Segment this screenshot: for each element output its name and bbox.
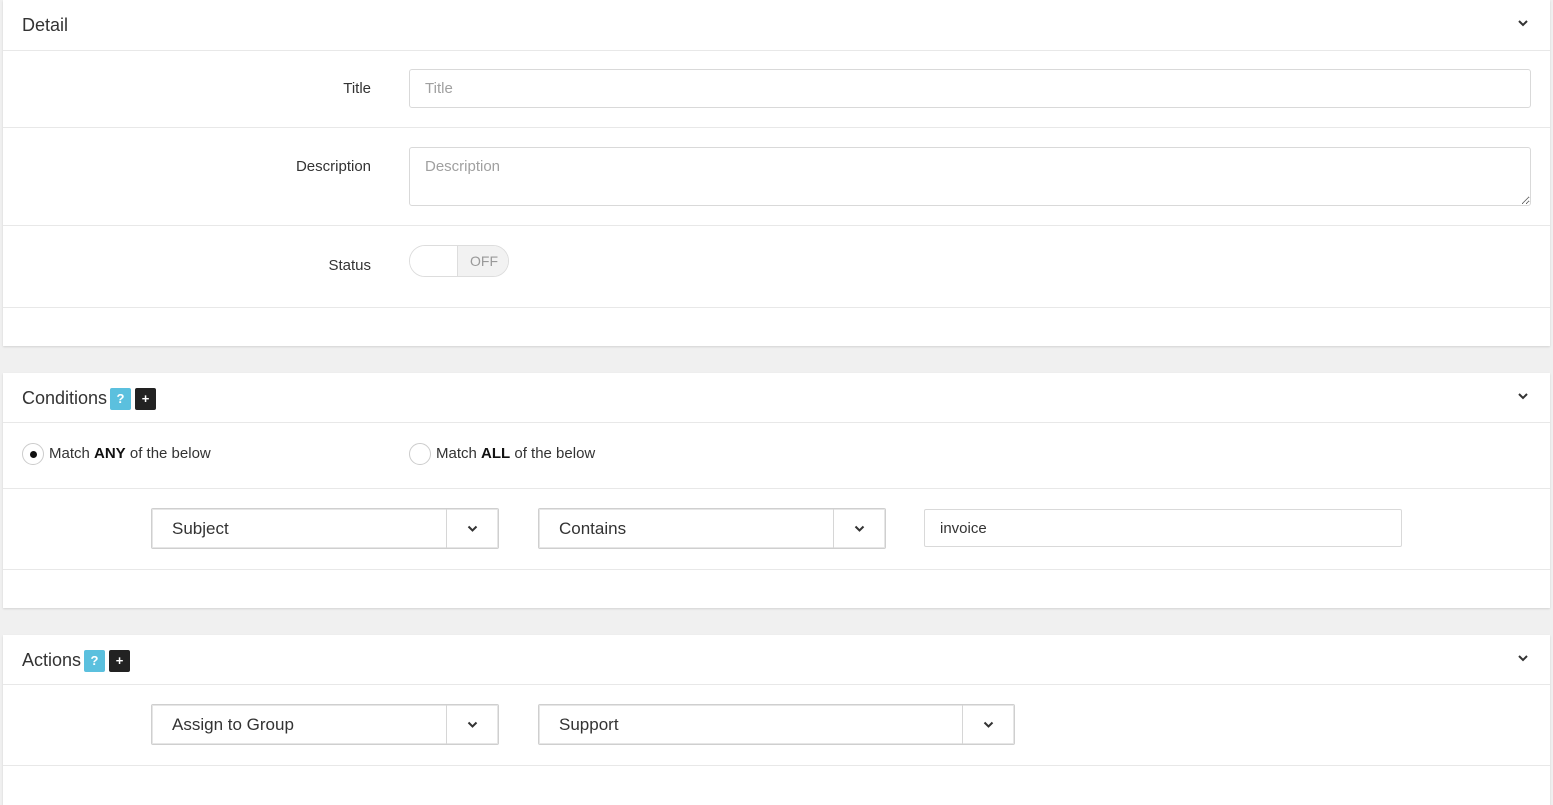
select-caret[interactable] [446,509,498,548]
status-label: Status [328,257,371,274]
match-mode-row: Match ANY of the below Match ALL of the … [3,423,1550,489]
condition-value-input[interactable] [924,509,1402,547]
condition-rule-row: Subject Contains [3,489,1550,570]
toggle-state-text: OFF [458,246,508,276]
match-any-label[interactable]: Match ANY of the below [49,445,211,462]
action-target-select[interactable]: Support [538,704,1015,745]
match-all-label[interactable]: Match ALL of the below [436,445,595,462]
chevron-down-icon[interactable] [1516,16,1530,30]
status-toggle[interactable]: OFF [409,245,509,277]
condition-field-select[interactable]: Subject [151,508,499,549]
action-rule-row: Assign to Group Support [3,685,1550,766]
status-row: Status OFF [3,226,1550,308]
detail-panel: Detail Title Description Status OFF [3,0,1550,346]
selected-value: Subject [172,519,229,538]
chevron-down-icon[interactable] [1516,389,1530,403]
selected-value: Assign to Group [172,715,294,734]
radio-selected-dot [30,451,37,458]
detail-panel-header[interactable]: Detail [3,0,1550,51]
title-row: Title [3,51,1550,128]
select-caret[interactable] [833,509,885,548]
selected-value: Support [559,715,619,734]
toggle-knob [410,246,458,276]
chevron-down-icon [467,721,478,728]
selected-value: Contains [559,519,627,538]
conditions-panel: Conditions ? + Match ANY of the below Ma… [3,373,1550,608]
title-label: Title [343,80,371,97]
help-button[interactable]: ? [110,388,131,410]
actions-panel-header[interactable]: Actions ? + [3,635,1550,685]
conditions-panel-header[interactable]: Conditions ? + [3,373,1550,423]
panel-title: Detail [22,15,69,35]
panel-title: Actions [22,650,82,670]
description-label: Description [295,158,371,175]
select-caret[interactable] [962,705,1014,744]
select-caret[interactable] [446,705,498,744]
chevron-down-icon [983,721,994,728]
condition-operator-select[interactable]: Contains [538,508,886,549]
help-button[interactable]: ? [84,650,105,672]
chevron-down-icon [467,525,478,532]
actions-panel: Actions ? + Assign to Group Support [3,635,1550,805]
chevron-down-icon[interactable] [1516,651,1530,665]
title-input[interactable] [409,69,1531,108]
chevron-down-icon [854,525,865,532]
description-textarea[interactable] [409,147,1531,206]
add-action-button[interactable]: + [109,650,130,672]
panel-title: Conditions [22,388,108,408]
match-all-radio[interactable] [409,443,431,465]
match-any-radio[interactable] [22,443,44,465]
description-row: Description [3,128,1550,226]
action-type-select[interactable]: Assign to Group [151,704,499,745]
add-condition-button[interactable]: + [135,388,156,410]
